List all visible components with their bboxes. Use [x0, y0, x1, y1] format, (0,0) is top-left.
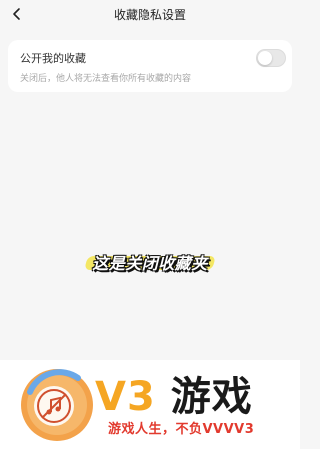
- caption-text: 这是关闭收藏夹: [84, 250, 216, 274]
- page-title: 收藏隐私设置: [113, 8, 186, 22]
- setting-description: 关闭后，他人将无法查看你所有收藏的内容: [20, 74, 192, 84]
- music-disc-logo-icon: [21, 369, 93, 441]
- watermark-slogan: 游戏人生，不负VVVV3: [108, 422, 255, 437]
- caption-label: 这是关闭收藏夹: [92, 254, 208, 273]
- watermark-brand-latin: V3: [95, 374, 156, 420]
- watermark-brand-cn: 游戏: [170, 374, 253, 420]
- caption-overlay: 这是关闭收藏夹: [0, 250, 300, 274]
- toggle-knob: [258, 51, 272, 65]
- watermark-brand: V3 游戏: [95, 364, 253, 422]
- setting-card-public-favorites: 公开我的收藏 关闭后，他人将无法查看你所有收藏的内容: [8, 40, 292, 92]
- top-bar: 收藏隐私设置: [0, 0, 300, 30]
- watermark: V3 游戏 游戏人生，不负VVVV3: [0, 360, 300, 449]
- setting-label: 公开我的收藏: [20, 52, 86, 65]
- public-favorites-toggle[interactable]: [256, 49, 286, 67]
